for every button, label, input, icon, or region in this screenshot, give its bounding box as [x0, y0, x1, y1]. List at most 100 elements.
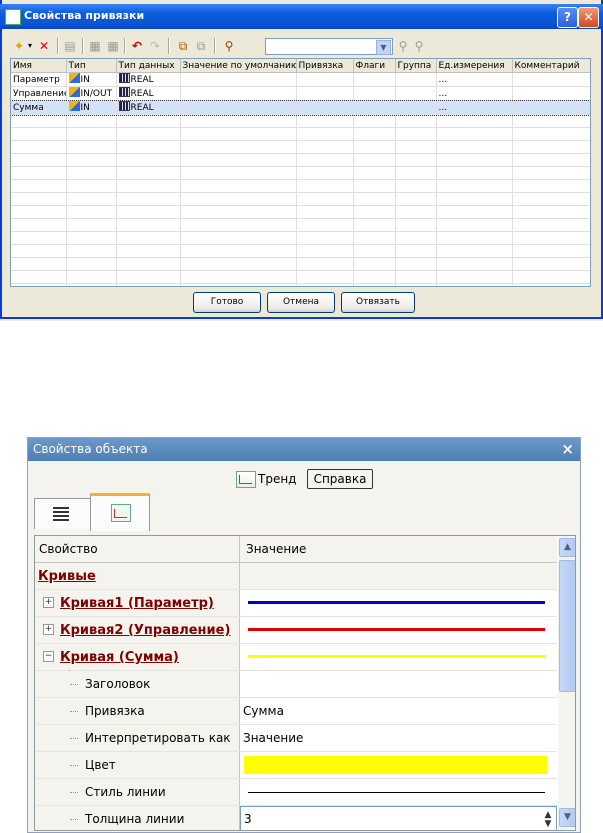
collapse-icon[interactable]: −	[43, 651, 54, 662]
cell-binding[interactable]	[296, 86, 354, 101]
find-next-icon[interactable]: ⚲	[396, 38, 410, 54]
cell-datatype[interactable]: REAL	[116, 100, 181, 115]
cell-group[interactable]	[395, 72, 437, 87]
property-row-linewidth[interactable]: Толщина линии 3 ▲ ▼	[35, 806, 557, 830]
close-button[interactable]: ✕	[578, 7, 599, 28]
column-header-binding[interactable]: Привязка	[296, 59, 354, 73]
cell-flags[interactable]	[353, 100, 396, 115]
property-value-cell[interactable]	[240, 779, 557, 805]
column-header-flags[interactable]: Флаги	[353, 59, 396, 73]
cell-binding[interactable]	[296, 72, 354, 87]
cell-group[interactable]	[395, 100, 437, 115]
cell-datatype[interactable]: REAL	[116, 72, 181, 87]
new-dropdown-arrow-icon[interactable]: ▾	[26, 38, 34, 54]
cell-type[interactable]: IN/OUT	[66, 86, 117, 101]
cell-flags[interactable]	[353, 86, 396, 101]
help-button[interactable]: Справка	[307, 469, 373, 489]
close-icon[interactable]: ×	[561, 440, 574, 458]
unbind-button[interactable]: Отвязать	[341, 292, 415, 313]
column-header-group[interactable]: Группа	[395, 59, 437, 73]
cell-comment[interactable]	[512, 86, 590, 101]
property-value-cell[interactable]	[240, 752, 557, 778]
properties-icon[interactable]: ▤	[63, 38, 77, 54]
column-header-datatype[interactable]: Тип данных	[116, 59, 181, 73]
color-swatch[interactable]	[244, 756, 547, 774]
property-row-color[interactable]: Цвет	[35, 752, 557, 779]
group-icon[interactable]: ▦	[88, 38, 102, 54]
scroll-thumb[interactable]	[559, 560, 575, 692]
find-previous-icon[interactable]: ⚲	[412, 38, 426, 54]
ungroup-icon[interactable]: ▦	[106, 38, 120, 54]
header-value[interactable]: Значение	[240, 536, 557, 562]
cell-default[interactable]	[180, 100, 297, 115]
curve-color-cell[interactable]	[240, 644, 557, 670]
expand-icon[interactable]: +	[43, 597, 54, 608]
property-row-interpret[interactable]: Интерпретировать как Значение	[35, 725, 557, 752]
cell-unit[interactable]: ...	[436, 100, 513, 115]
cell-name[interactable]: Параметр	[11, 72, 67, 87]
category-row[interactable]: Кривые	[35, 563, 557, 590]
category-cell[interactable]: Кривые	[35, 563, 240, 589]
tab-properties-list[interactable]	[34, 498, 91, 529]
curve-color-cell[interactable]	[240, 617, 557, 643]
cell-type[interactable]: IN	[66, 100, 117, 115]
property-row-linestyle[interactable]: Стиль линии	[35, 779, 557, 806]
curve-row-expanded[interactable]: − Кривая (Сумма)	[35, 644, 557, 671]
cell-comment[interactable]	[512, 100, 590, 115]
cell-unit[interactable]: ...	[436, 86, 513, 101]
empty-row	[11, 179, 590, 193]
redo-icon[interactable]: ↷	[148, 38, 162, 54]
curve-row[interactable]: + Кривая2 (Управление)	[35, 617, 557, 644]
copy-icon[interactable]: ⧉	[176, 38, 190, 54]
property-value-cell[interactable]: Сумма	[240, 698, 557, 724]
cell-default[interactable]	[180, 72, 297, 87]
scroll-down-icon[interactable]: ▼	[559, 808, 575, 827]
cell-group[interactable]	[395, 86, 437, 101]
table-row[interactable]: Управление IN/OUT REAL ...	[11, 86, 590, 101]
stepper-icon[interactable]: ▲ ▼	[542, 811, 554, 829]
header-property[interactable]: Свойство	[35, 536, 240, 562]
tab-trend-properties[interactable]	[90, 493, 150, 531]
paste-icon[interactable]: ⧉	[194, 38, 208, 54]
scroll-up-icon[interactable]: ▲	[559, 538, 575, 557]
cell-unit[interactable]: ...	[436, 72, 513, 87]
vertical-scrollbar[interactable]: ▲ ▼	[558, 536, 575, 830]
new-item-icon[interactable]: ✦	[12, 38, 26, 54]
column-header-default[interactable]: Значение по умолчанию	[180, 59, 297, 73]
curve-name-cell[interactable]: + Кривая2 (Управление)	[35, 617, 240, 643]
cell-binding[interactable]	[296, 100, 354, 115]
column-header-type[interactable]: Тип	[66, 59, 117, 73]
line-width-input[interactable]: 3 ▲ ▼	[240, 806, 557, 830]
property-value-cell[interactable]	[240, 671, 557, 697]
cancel-button[interactable]: Отмена	[267, 292, 335, 313]
search-combobox[interactable]: ▼	[265, 38, 393, 55]
cell-flags[interactable]	[353, 72, 396, 87]
property-row-title[interactable]: Заголовок	[35, 671, 557, 698]
curve-name-cell[interactable]: + Кривая1 (Параметр)	[35, 590, 240, 616]
cell-name[interactable]: Управление	[11, 86, 67, 101]
column-header-unit[interactable]: Ед.измерения	[436, 59, 513, 73]
property-value-cell[interactable]: Значение	[240, 725, 557, 751]
panel-title-bar[interactable]: Свойства объекта ×	[28, 438, 580, 461]
undo-icon[interactable]: ↶	[130, 38, 144, 54]
cell-type[interactable]: IN	[66, 72, 117, 87]
curve-color-cell[interactable]	[240, 590, 557, 616]
delete-icon[interactable]: ✕	[37, 38, 51, 54]
table-row[interactable]: Параметр IN REAL ...	[11, 72, 590, 87]
column-header-name[interactable]: Имя	[11, 59, 67, 73]
cell-datatype[interactable]: REAL	[116, 86, 181, 101]
help-button[interactable]: ?	[557, 7, 578, 28]
cell-comment[interactable]	[512, 72, 590, 87]
property-row-binding[interactable]: Привязка Сумма	[35, 698, 557, 725]
chevron-down-icon[interactable]: ▼	[376, 40, 391, 55]
find-icon[interactable]: ⚲	[222, 38, 236, 54]
curve-row[interactable]: + Кривая1 (Параметр)	[35, 590, 557, 617]
expand-icon[interactable]: +	[43, 624, 54, 635]
cell-default[interactable]	[180, 86, 297, 101]
dialog-title-bar[interactable]: Свойства привязки ? ✕	[0, 4, 603, 29]
curve-name-cell[interactable]: − Кривая (Сумма)	[35, 644, 240, 670]
done-button[interactable]: Готово	[193, 292, 261, 313]
cell-name[interactable]: Сумма	[11, 100, 67, 115]
table-row-selected[interactable]: Сумма IN REAL ...	[11, 99, 590, 116]
column-header-comment[interactable]: Комментарий	[512, 59, 590, 73]
